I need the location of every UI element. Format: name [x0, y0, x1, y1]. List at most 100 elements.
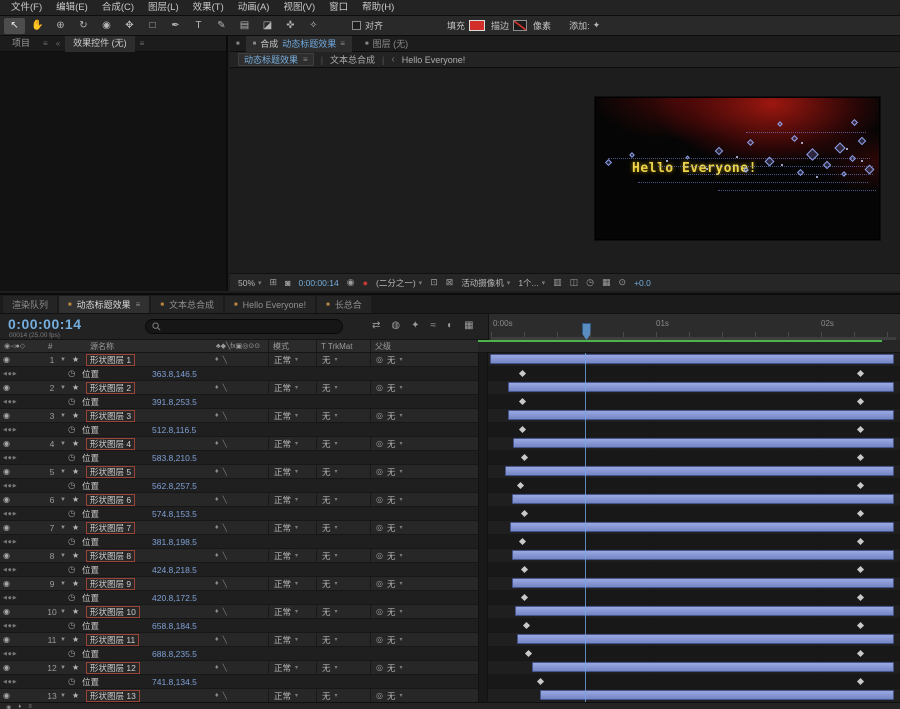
search-input[interactable]: [166, 321, 336, 332]
layer-switches[interactable]: ♦ ╲: [212, 577, 268, 590]
trkmat-select[interactable]: 无 ▾: [316, 605, 370, 618]
layer-switches[interactable]: ♦ ╲: [212, 521, 268, 534]
keyframe-icon[interactable]: [524, 649, 533, 658]
eye-icon[interactable]: ◉: [0, 439, 10, 448]
motion-blur-icon[interactable]: ◐: [447, 320, 453, 331]
preview-time[interactable]: 0:00:00:14: [299, 278, 339, 288]
stopwatch-icon[interactable]: ◷: [68, 423, 82, 436]
layer-row[interactable]: ◉ 3 ▼ ★ 形状图层 3 ♦ ╲ 正常 ▾ 无 ▾ ◎ 无 ▾: [0, 409, 900, 423]
brush-tool-icon[interactable]: ✎: [211, 18, 232, 34]
trkmat-select[interactable]: 无 ▾: [316, 381, 370, 394]
pan-behind-tool-icon[interactable]: ✥: [119, 18, 140, 34]
stopwatch-icon[interactable]: ◷: [68, 367, 82, 380]
add-icon[interactable]: ✦: [593, 20, 601, 31]
stopwatch-icon[interactable]: ◷: [68, 507, 82, 520]
view-layout-select[interactable]: 1个... ▾: [518, 277, 545, 289]
property-name[interactable]: 位置: [82, 367, 152, 380]
keyframe-icon[interactable]: [856, 537, 865, 546]
keyframe-icon[interactable]: [856, 677, 865, 686]
rotate-tool-icon[interactable]: ↻: [73, 18, 94, 34]
keyframe-navigator[interactable]: ◀◆▶: [0, 451, 44, 464]
twirl-down-icon[interactable]: ▼: [60, 549, 72, 562]
layer-switches[interactable]: ♦ ╲: [212, 689, 268, 702]
parent-select[interactable]: 无: [387, 550, 396, 562]
keyframe-icon[interactable]: [522, 621, 531, 630]
eye-icon[interactable]: ◉: [0, 383, 10, 392]
menu-item-8[interactable]: 帮助(H): [355, 0, 401, 15]
blend-mode-select[interactable]: 正常 ▾: [268, 521, 316, 534]
parent-select[interactable]: 无: [387, 690, 396, 702]
property-name[interactable]: 位置: [82, 591, 152, 604]
layer-duration-bar[interactable]: [512, 578, 894, 588]
property-row[interactable]: ◀◆▶ ◷ 位置 688.8,235.5: [0, 647, 900, 661]
eye-icon[interactable]: ◉: [0, 467, 10, 476]
panel-menu-icon[interactable]: ≡: [137, 39, 148, 48]
flow-tab-current[interactable]: Hello Everyone!: [402, 55, 466, 65]
keyframe-icon[interactable]: [516, 481, 525, 490]
clone-stamp-tool-icon[interactable]: ▤: [234, 18, 255, 34]
eye-icon[interactable]: ◉: [0, 691, 10, 700]
layer-duration-bar[interactable]: [540, 690, 894, 700]
layer-row[interactable]: ◉ 2 ▼ ★ 形状图层 2 ♦ ╲ 正常 ▾ 无 ▾ ◎ 无 ▾: [0, 381, 900, 395]
property-row[interactable]: ◀◆▶ ◷ 位置 574.8,153.5: [0, 507, 900, 521]
parent-select[interactable]: 无: [387, 606, 396, 618]
pickwhip-icon[interactable]: ◎: [376, 663, 383, 672]
mask-visibility-icon[interactable]: ◙: [285, 278, 290, 288]
flow-tab-sub[interactable]: 文本总合成: [330, 53, 375, 66]
property-row[interactable]: ◀◆▶ ◷ 位置 658.8,184.5: [0, 619, 900, 633]
trkmat-select[interactable]: 无 ▾: [316, 689, 370, 702]
layer-name[interactable]: 形状图层 1: [86, 353, 136, 366]
keyframe-icon[interactable]: [518, 369, 527, 378]
eye-icon[interactable]: ◉: [0, 635, 10, 644]
timeline-tab-0[interactable]: 渲染队列: [3, 296, 58, 313]
layer-row[interactable]: ◉ 6 ▼ ★ 形状图层 6 ♦ ╲ 正常 ▾ 无 ▾ ◎ 无 ▾: [0, 493, 900, 507]
parent-select[interactable]: 无: [387, 438, 396, 450]
twirl-down-icon[interactable]: ▼: [60, 353, 72, 366]
parent-select[interactable]: 无: [387, 578, 396, 590]
layer-name[interactable]: 形状图层 7: [86, 521, 136, 534]
property-value[interactable]: 688.8,235.5: [152, 647, 478, 660]
layer-row[interactable]: ◉ 11 ▼ ★ 形状图层 11 ♦ ╲ 正常 ▾ 无 ▾ ◎ 无 ▾: [0, 633, 900, 647]
property-name[interactable]: 位置: [82, 423, 152, 436]
trkmat-select[interactable]: 无 ▾: [316, 437, 370, 450]
property-row[interactable]: ◀◆▶ ◷ 位置 381.8,198.5: [0, 535, 900, 549]
layer-row[interactable]: ◉ 8 ▼ ★ 形状图层 8 ♦ ╲ 正常 ▾ 无 ▾ ◎ 无 ▾: [0, 549, 900, 563]
parent-select[interactable]: 无: [387, 634, 396, 646]
pickwhip-icon[interactable]: ◎: [376, 383, 383, 392]
menu-item-2[interactable]: 合成(C): [95, 0, 141, 15]
pen-tool-icon[interactable]: ✒: [165, 18, 186, 34]
layer-switches[interactable]: ♦ ╲: [212, 605, 268, 618]
stopwatch-icon[interactable]: ◷: [68, 395, 82, 408]
twirl-down-icon[interactable]: ▼: [60, 521, 72, 534]
blend-mode-select[interactable]: 正常 ▾: [268, 465, 316, 478]
parent-select[interactable]: 无: [387, 382, 396, 394]
eye-icon[interactable]: ◉: [0, 411, 10, 420]
graph-editor-icon[interactable]: ▦: [464, 320, 473, 331]
comp-viewport[interactable]: Hello Everyone!: [595, 97, 880, 240]
eye-icon[interactable]: ◉: [0, 663, 10, 672]
eraser-tool-icon[interactable]: ◪: [257, 18, 278, 34]
property-value[interactable]: 583.8,210.5: [152, 451, 478, 464]
keyframe-navigator[interactable]: ◀◆▶: [0, 563, 44, 576]
panel-menu-icon[interactable]: ≡: [40, 39, 51, 48]
shape-tool-icon[interactable]: □: [142, 18, 163, 34]
layer-name[interactable]: 形状图层 13: [86, 689, 140, 702]
trkmat-select[interactable]: 无 ▾: [316, 549, 370, 562]
twirl-down-icon[interactable]: ▼: [60, 381, 72, 394]
layer-switches[interactable]: ♦ ╲: [212, 493, 268, 506]
mode-column-header[interactable]: 模式: [268, 340, 316, 352]
chevron-left-icon[interactable]: «: [53, 39, 63, 48]
parent-select[interactable]: 无: [387, 410, 396, 422]
chevron-left-icon[interactable]: ‹: [391, 54, 394, 65]
comp-mini-flowchart-icon[interactable]: ⇄: [372, 320, 380, 331]
keyframe-navigator[interactable]: ◀◆▶: [0, 367, 44, 380]
stroke-color-swatch[interactable]: [513, 20, 528, 31]
layer-name[interactable]: 形状图层 10: [86, 605, 140, 618]
menu-item-1[interactable]: 编辑(E): [49, 0, 95, 15]
keyframe-icon[interactable]: [856, 481, 865, 490]
layer-switches[interactable]: ♦ ╲: [212, 409, 268, 422]
grid-guides-icon[interactable]: ⊞: [270, 277, 278, 288]
keyframe-navigator[interactable]: ◀◆▶: [0, 507, 44, 520]
blend-mode-select[interactable]: 正常 ▾: [268, 605, 316, 618]
layer-row[interactable]: ◉ 5 ▼ ★ 形状图层 5 ♦ ╲ 正常 ▾ 无 ▾ ◎ 无 ▾: [0, 465, 900, 479]
